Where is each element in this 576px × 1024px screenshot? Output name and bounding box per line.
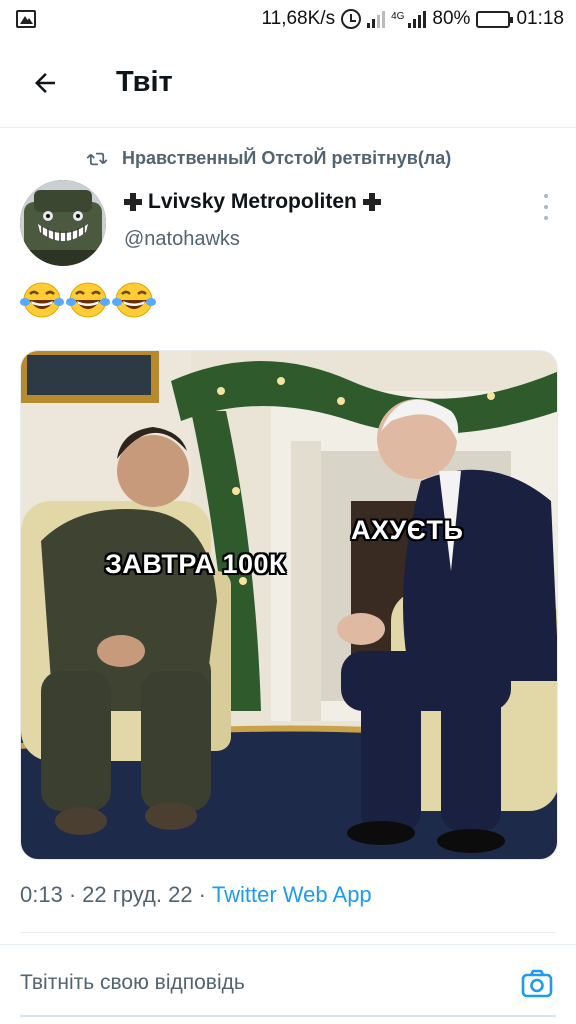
- laughing-tears-emoji: [112, 282, 156, 318]
- meme-photo: [21, 351, 557, 859]
- clock: 01:18: [516, 8, 564, 29]
- gallery-notification-icon: [16, 10, 36, 28]
- signal-sim1-icon: [367, 10, 386, 28]
- network-4g-icon: 4G: [391, 10, 405, 22]
- back-button[interactable]: [0, 38, 80, 128]
- separator: ·: [198, 882, 206, 907]
- signal-sim2-icon: [408, 10, 427, 28]
- tweet-date: 22 груд. 22: [82, 882, 193, 907]
- reply-input[interactable]: [20, 971, 480, 995]
- author-name: Lvivsky Metropoliten: [148, 190, 357, 213]
- meme-caption-right: АХУЄТЬ: [351, 515, 464, 545]
- tweet-text: [20, 280, 156, 320]
- battery-percent: 80%: [432, 8, 471, 29]
- cross-icon: [124, 193, 142, 211]
- dot: [544, 194, 548, 198]
- tweet-meta: 0:13 · 22 груд. 22 · Twitter Web App: [20, 882, 372, 908]
- meme-caption-left: ЗАВТРА 100К: [105, 549, 287, 579]
- retweet-icon: [86, 152, 108, 165]
- alarm-icon: [341, 9, 362, 29]
- page-title: Твіт: [116, 66, 173, 98]
- author-block[interactable]: Lvivsky Metropoliten @natohawks: [124, 190, 381, 251]
- separator: ·: [68, 882, 77, 907]
- author-name-row: Lvivsky Metropoliten: [124, 190, 381, 214]
- dot: [544, 216, 548, 220]
- cross-icon: [362, 193, 381, 211]
- laughing-tears-emoji: [20, 282, 64, 318]
- retweet-context[interactable]: НравственныЙ ОтстоЙ ретвітнув(ла): [86, 148, 451, 169]
- retweet-text: НравственныЙ ОтстоЙ ретвітнув(ла): [122, 148, 452, 168]
- tweet-source-link[interactable]: Twitter Web App: [212, 882, 372, 908]
- network-speed: 11,68K/s: [261, 8, 336, 29]
- author-avatar[interactable]: [20, 180, 106, 266]
- status-bar: 11,68K/s 4G 80% 01:18: [0, 0, 576, 38]
- battery-icon: [476, 10, 514, 28]
- laughing-tears-emoji: [66, 282, 110, 318]
- author-handle: @natohawks: [124, 228, 240, 250]
- more-options-button[interactable]: [542, 194, 550, 220]
- arrow-left-icon: [35, 72, 55, 93]
- tweet-media-image[interactable]: ЗАВТРА 100К АХУЄТЬ: [20, 350, 558, 860]
- divider: [20, 932, 556, 933]
- reply-underline: [20, 1015, 556, 1017]
- dot: [544, 205, 548, 209]
- camera-icon[interactable]: [520, 967, 554, 1001]
- top-app-bar: Твіт: [0, 38, 576, 128]
- reply-bar: [0, 944, 576, 1024]
- tweet-time: 0:13: [20, 882, 63, 907]
